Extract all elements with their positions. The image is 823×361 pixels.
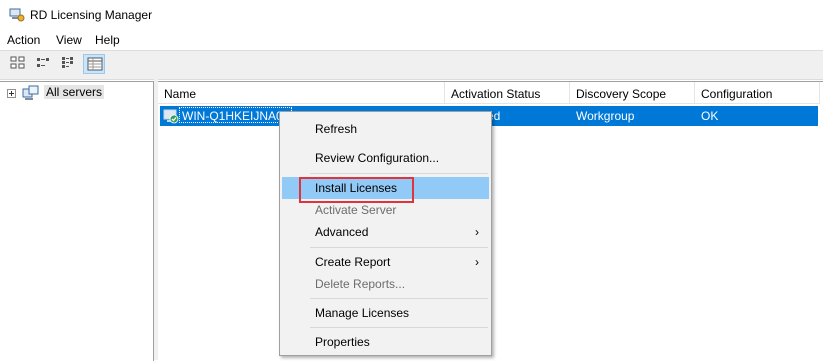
details-view-button[interactable] [83, 54, 105, 74]
large-icons-view-icon [10, 56, 25, 69]
window-title: RD Licensing Manager [30, 8, 153, 22]
menu-item-delete-reports: Delete Reports... [282, 273, 489, 295]
menu-item-label: Create Report [315, 255, 391, 269]
list-view-icon [62, 57, 73, 68]
small-icons-view-icon [37, 58, 49, 67]
toolbar [0, 50, 823, 80]
column-header-configuration[interactable]: Configuration [695, 82, 820, 104]
menu-item-label: Activate Server [315, 203, 397, 217]
submenu-arrow-icon: › [475, 255, 479, 269]
discovery-scope-cell: Workgroup [576, 109, 635, 123]
menu-item-refresh[interactable]: Refresh [282, 118, 489, 140]
menu-item-label: Properties [315, 335, 370, 349]
submenu-arrow-icon: › [475, 225, 479, 239]
annotation-highlight-box [299, 177, 414, 203]
details-view-icon [87, 57, 103, 71]
menu-view[interactable]: View [56, 33, 82, 47]
menu-item-advanced[interactable]: Advanced › [282, 221, 489, 243]
menu-action[interactable]: Action [7, 33, 40, 47]
small-icons-view-button[interactable] [33, 54, 55, 74]
column-header-name[interactable]: Name [158, 82, 445, 104]
menu-separator [310, 298, 488, 299]
menu-item-label: Advanced [315, 225, 369, 239]
context-menu: Refresh Review Configuration... Install … [279, 111, 492, 356]
tree-item-all-servers[interactable]: All servers [44, 85, 105, 99]
column-header-discovery-scope[interactable]: Discovery Scope [570, 82, 695, 104]
server-tree-pane: All servers [0, 81, 154, 361]
tree-expand-toggle[interactable] [7, 89, 16, 98]
server-name-cell: WIN-Q1HKEIJNA0L [179, 107, 293, 123]
menu-separator [310, 173, 488, 174]
menu-item-label: Refresh [315, 122, 358, 136]
menu-separator [310, 247, 488, 248]
menu-separator [310, 327, 488, 328]
large-icons-view-button[interactable] [7, 54, 29, 74]
menu-item-label: Review Configuration... [315, 151, 440, 165]
configuration-cell: OK [701, 109, 719, 123]
menu-item-properties[interactable]: Properties [282, 331, 489, 353]
server-icon [163, 109, 179, 124]
menu-bar: Action View Help [0, 30, 823, 50]
menu-item-manage-licenses[interactable]: Manage Licenses [282, 302, 489, 324]
menu-item-review-configuration[interactable]: Review Configuration... [282, 147, 489, 169]
menu-item-label: Delete Reports... [315, 277, 406, 291]
column-header-activation-status[interactable]: Activation Status [445, 82, 570, 104]
rd-licensing-app-icon [9, 8, 25, 22]
menu-help[interactable]: Help [95, 33, 120, 47]
list-view-button[interactable] [58, 54, 80, 74]
title-bar: RD Licensing Manager [0, 0, 823, 30]
menu-item-create-report[interactable]: Create Report › [282, 251, 489, 273]
menu-item-label: Manage Licenses [315, 306, 410, 320]
servers-group-icon [22, 85, 39, 100]
